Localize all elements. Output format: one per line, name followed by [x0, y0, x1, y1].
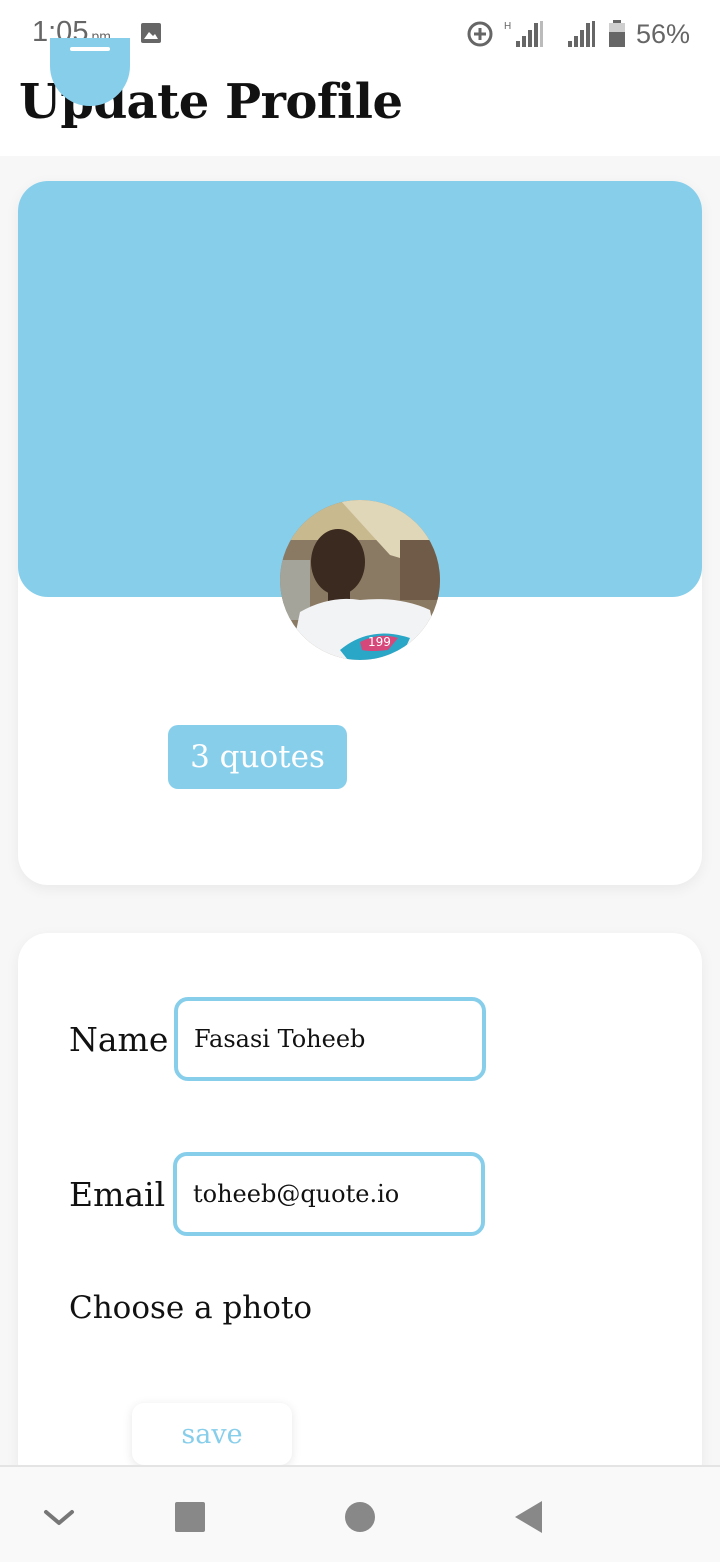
- signal-strength-icon: H: [504, 21, 543, 47]
- email-field[interactable]: [173, 1152, 485, 1236]
- square-icon: [175, 1502, 205, 1532]
- circle-icon: [345, 1502, 375, 1532]
- name-field[interactable]: [174, 997, 486, 1081]
- menu-icon: [70, 47, 110, 51]
- svg-text:H: H: [504, 21, 511, 32]
- quotes-count-badge: 3 quotes: [168, 725, 347, 789]
- nav-home-button[interactable]: [330, 1487, 390, 1547]
- image-notification-icon: [141, 23, 161, 43]
- battery-icon: [608, 20, 625, 47]
- signal-strength-2-icon: [567, 21, 595, 47]
- avatar[interactable]: 199: [280, 500, 440, 660]
- nav-collapse-button[interactable]: [29, 1487, 89, 1547]
- chevron-down-icon: [44, 1510, 74, 1525]
- page-header: Update Profile: [0, 38, 720, 156]
- back-triangle-icon: [515, 1501, 542, 1533]
- svg-text:199: 199: [368, 635, 391, 649]
- name-label: Name: [69, 1020, 169, 1059]
- nav-recents-button[interactable]: [160, 1487, 220, 1547]
- system-nav-bar: [0, 1465, 720, 1562]
- profile-card: 199 3 quotes: [18, 181, 702, 885]
- battery-percentage: 56%: [635, 18, 690, 49]
- save-button[interactable]: save: [132, 1403, 292, 1465]
- email-label: Email: [69, 1175, 166, 1214]
- nav-back-button[interactable]: [499, 1487, 559, 1547]
- profile-form-card: Name Email Choose a photo save: [18, 933, 702, 1493]
- choose-photo-label[interactable]: Choose a photo: [69, 1290, 312, 1326]
- data-saver-icon: [467, 21, 493, 47]
- avatar-photo: 199: [280, 500, 440, 660]
